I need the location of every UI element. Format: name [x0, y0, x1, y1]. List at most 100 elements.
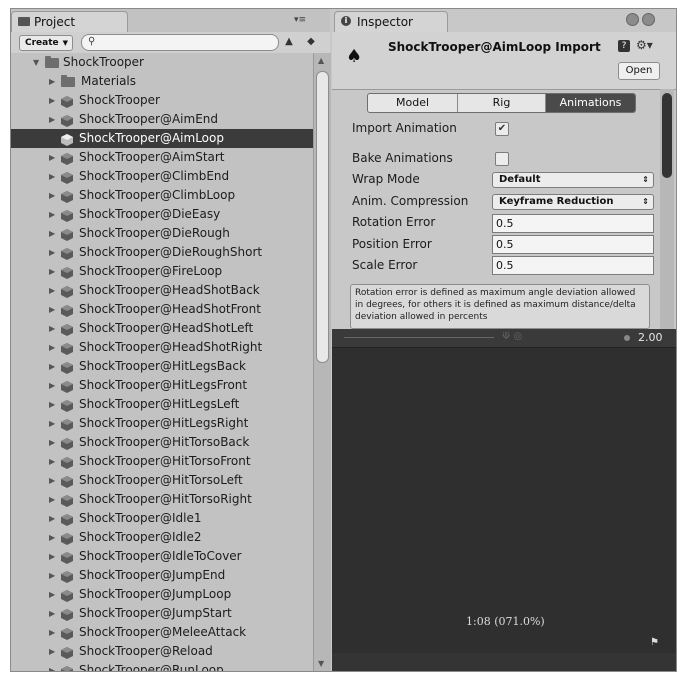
- collapse-arrow-icon[interactable]: ▶: [49, 642, 55, 661]
- tree-item-asset[interactable]: ▶ ShockTrooper@ClimbEnd: [11, 167, 313, 186]
- scrollbar-thumb[interactable]: [662, 93, 672, 178]
- tree-item-asset[interactable]: ▶ ShockTrooper@DieRoughShort: [11, 243, 313, 262]
- collapse-arrow-icon[interactable]: ▶: [49, 319, 55, 338]
- collapse-arrow-icon[interactable]: ▶: [49, 300, 55, 319]
- tree-item-asset[interactable]: ▶ ShockTrooper@FireLoop: [11, 262, 313, 281]
- collapse-arrow-icon[interactable]: ▶: [49, 585, 55, 604]
- expand-arrow-icon[interactable]: ▼: [33, 53, 39, 72]
- search-field[interactable]: ⚲: [81, 34, 279, 51]
- open-button[interactable]: Open: [618, 62, 660, 80]
- tab-inspector[interactable]: i Inspector: [334, 11, 448, 32]
- filter-by-label-icon[interactable]: ◆: [304, 36, 318, 48]
- collapse-arrow-icon[interactable]: ▶: [49, 395, 55, 414]
- tab-project[interactable]: Project: [11, 11, 128, 32]
- tree-item-asset[interactable]: ▶ ShockTrooper@AimStart: [11, 148, 313, 167]
- scroll-up-icon[interactable]: ▲: [318, 56, 324, 65]
- tree-item-asset[interactable]: ▶ ShockTrooper@IdleToCover: [11, 547, 313, 566]
- help-icon[interactable]: ?: [618, 40, 630, 52]
- tree-item-asset[interactable]: ▶ ShockTrooper@MeleeAttack: [11, 623, 313, 642]
- tree-item-asset[interactable]: ShockTrooper@AimLoop: [11, 129, 313, 148]
- bake-animations-checkbox[interactable]: [495, 152, 509, 166]
- minimize-icon[interactable]: [642, 13, 655, 26]
- collapse-arrow-icon[interactable]: ▶: [49, 91, 55, 110]
- tree-item-asset[interactable]: ▶ ShockTrooper@HitLegsRight: [11, 414, 313, 433]
- tree-item-asset[interactable]: ▶ ShockTrooper@HeadShotRight: [11, 338, 313, 357]
- collapse-arrow-icon[interactable]: ▶: [49, 110, 55, 129]
- collapse-arrow-icon[interactable]: ▶: [49, 661, 55, 671]
- collapse-arrow-icon[interactable]: ▶: [49, 186, 55, 205]
- tree-item-asset[interactable]: ▶ ShockTrooper@HeadShotLeft: [11, 319, 313, 338]
- collapse-arrow-icon[interactable]: ▶: [49, 452, 55, 471]
- scroll-down-icon[interactable]: ▼: [318, 659, 324, 668]
- collapse-arrow-icon[interactable]: ▶: [49, 509, 55, 528]
- collapse-arrow-icon[interactable]: ▶: [49, 338, 55, 357]
- tree-item-asset[interactable]: ▶ ShockTrooper@HeadShotBack: [11, 281, 313, 300]
- tag-icon[interactable]: ⚑: [650, 637, 659, 648]
- collapse-arrow-icon[interactable]: ▶: [49, 167, 55, 186]
- collapse-arrow-icon[interactable]: ▶: [49, 357, 55, 376]
- collapse-arrow-icon[interactable]: ▶: [49, 148, 55, 167]
- scrollbar-thumb[interactable]: [316, 71, 329, 363]
- collapse-arrow-icon[interactable]: ▶: [49, 262, 55, 281]
- pivot-icon[interactable]: ⟱ ◎: [502, 331, 522, 342]
- scale-error-field[interactable]: 0.5: [492, 256, 654, 275]
- tree-root-shocktrooper[interactable]: ▼ ShockTrooper: [11, 53, 313, 72]
- tree-item-asset[interactable]: ▶ ShockTrooper@AimEnd: [11, 110, 313, 129]
- tab-rig[interactable]: Rig: [458, 94, 546, 112]
- project-scrollbar[interactable]: ▲ ▼: [313, 53, 331, 671]
- gear-icon[interactable]: ⚙▾: [636, 38, 653, 52]
- collapse-arrow-icon[interactable]: ▶: [49, 376, 55, 395]
- tree-item-asset[interactable]: ▶ ShockTrooper@HitLegsFront: [11, 376, 313, 395]
- collapse-arrow-icon[interactable]: ▶: [49, 528, 55, 547]
- search-input[interactable]: [104, 36, 269, 48]
- panel-menu-icon[interactable]: ▾≡: [294, 15, 320, 27]
- tree-item-asset[interactable]: ▶ ShockTrooper@Reload: [11, 642, 313, 661]
- tree-item-asset[interactable]: ▶ ShockTrooper@JumpLoop: [11, 585, 313, 604]
- tab-animations[interactable]: Animations: [546, 94, 635, 112]
- import-animation-checkbox[interactable]: ✔: [495, 122, 509, 136]
- tree-item-asset[interactable]: ▶ ShockTrooper@HitLegsBack: [11, 357, 313, 376]
- position-error-field[interactable]: 0.5: [492, 235, 654, 254]
- animation-preview[interactable]: ⟱ ◎ 2.00 1:08 (071.0%) ⚑: [332, 329, 676, 671]
- collapse-arrow-icon[interactable]: ▶: [49, 224, 55, 243]
- timeline-slider[interactable]: [344, 337, 494, 338]
- tree-item-asset[interactable]: ▶ ShockTrooper@Idle2: [11, 528, 313, 547]
- collapse-arrow-icon[interactable]: ▶: [49, 72, 55, 91]
- collapse-arrow-icon[interactable]: ▶: [49, 623, 55, 642]
- project-toolbar: Create ▼ ⚲ ▲ ◆: [11, 32, 330, 54]
- tree-item-asset[interactable]: ▶ ShockTrooper@RunLoop: [11, 661, 313, 671]
- tree-item-materials[interactable]: ▶ Materials: [11, 72, 313, 91]
- tree-item-asset[interactable]: ▶ ShockTrooper@JumpEnd: [11, 566, 313, 585]
- collapse-arrow-icon[interactable]: ▶: [49, 471, 55, 490]
- collapse-arrow-icon[interactable]: ▶: [49, 604, 55, 623]
- tree-item-asset[interactable]: ▶ ShockTrooper@HitTorsoFront: [11, 452, 313, 471]
- collapse-arrow-icon[interactable]: ▶: [49, 414, 55, 433]
- tree-item-asset[interactable]: ▶ ShockTrooper@DieRough: [11, 224, 313, 243]
- collapse-arrow-icon[interactable]: ▶: [49, 243, 55, 262]
- tab-model[interactable]: Model: [368, 94, 458, 112]
- collapse-arrow-icon[interactable]: ▶: [49, 566, 55, 585]
- tree-item-asset[interactable]: ▶ ShockTrooper@ClimbLoop: [11, 186, 313, 205]
- tree-item-asset[interactable]: ▶ ShockTrooper: [11, 91, 313, 110]
- tree-item-asset[interactable]: ▶ ShockTrooper@HeadShotFront: [11, 300, 313, 319]
- tree-item-asset[interactable]: ▶ ShockTrooper@DieEasy: [11, 205, 313, 224]
- close-icon[interactable]: [626, 13, 639, 26]
- tree-item-asset[interactable]: ▶ ShockTrooper@HitLegsLeft: [11, 395, 313, 414]
- tree-item-asset[interactable]: ▶ ShockTrooper@HitTorsoLeft: [11, 471, 313, 490]
- collapse-arrow-icon[interactable]: ▶: [49, 490, 55, 509]
- wrap-mode-dropdown[interactable]: Default ⇕: [492, 172, 654, 188]
- tree-item-asset[interactable]: ▶ ShockTrooper@JumpStart: [11, 604, 313, 623]
- collapse-arrow-icon[interactable]: ▶: [49, 433, 55, 452]
- collapse-arrow-icon[interactable]: ▶: [49, 547, 55, 566]
- speed-slider-handle[interactable]: [624, 335, 630, 341]
- rotation-error-field[interactable]: 0.5: [492, 214, 654, 233]
- collapse-arrow-icon[interactable]: ▶: [49, 281, 55, 300]
- tree-item-asset[interactable]: ▶ ShockTrooper@HitTorsoRight: [11, 490, 313, 509]
- tree-item-asset[interactable]: ▶ ShockTrooper@HitTorsoBack: [11, 433, 313, 452]
- create-button[interactable]: Create ▼: [19, 35, 73, 51]
- filter-by-type-icon[interactable]: ▲: [282, 36, 296, 48]
- anim-compression-dropdown[interactable]: Keyframe Reduction ⇕: [492, 194, 654, 210]
- inspector-scrollbar[interactable]: [660, 89, 674, 329]
- tree-item-asset[interactable]: ▶ ShockTrooper@Idle1: [11, 509, 313, 528]
- collapse-arrow-icon[interactable]: ▶: [49, 205, 55, 224]
